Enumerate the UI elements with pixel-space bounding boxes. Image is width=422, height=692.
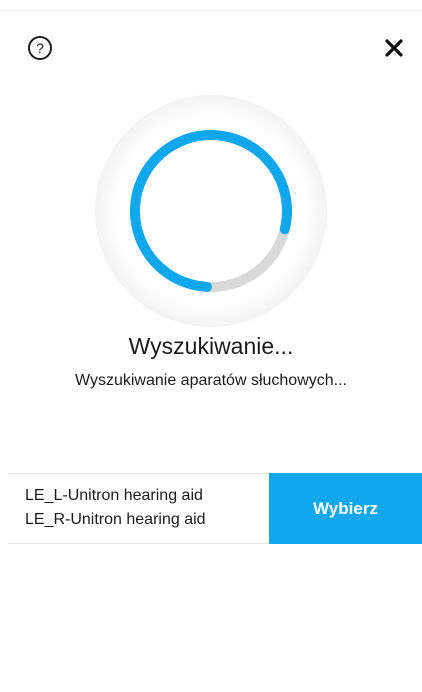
found-devices-row: LE_L-Unitron hearing aid LE_R-Unitron he…: [8, 473, 422, 544]
spinner-ring: [130, 130, 292, 292]
device-name-left: LE_L-Unitron hearing aid: [25, 487, 203, 504]
select-button[interactable]: Wybierz: [269, 473, 422, 544]
question-circle-icon: ?: [36, 40, 44, 56]
close-x-icon: [385, 39, 403, 57]
search-screen: ? Wyszukiwanie... Wyszukiwanie aparatów …: [0, 0, 422, 692]
close-button[interactable]: [380, 34, 408, 62]
device-name-right: LE_R-Unitron hearing aid: [25, 511, 206, 528]
searching-subtitle: Wyszukiwanie aparatów słuchowych...: [75, 372, 347, 389]
status-bar-area: [0, 0, 422, 11]
help-button[interactable]: ?: [28, 36, 52, 60]
searching-title: Wyszukiwanie...: [128, 333, 294, 359]
device-list: LE_L-Unitron hearing aid LE_R-Unitron he…: [25, 484, 206, 532]
search-spinner: [95, 95, 327, 327]
